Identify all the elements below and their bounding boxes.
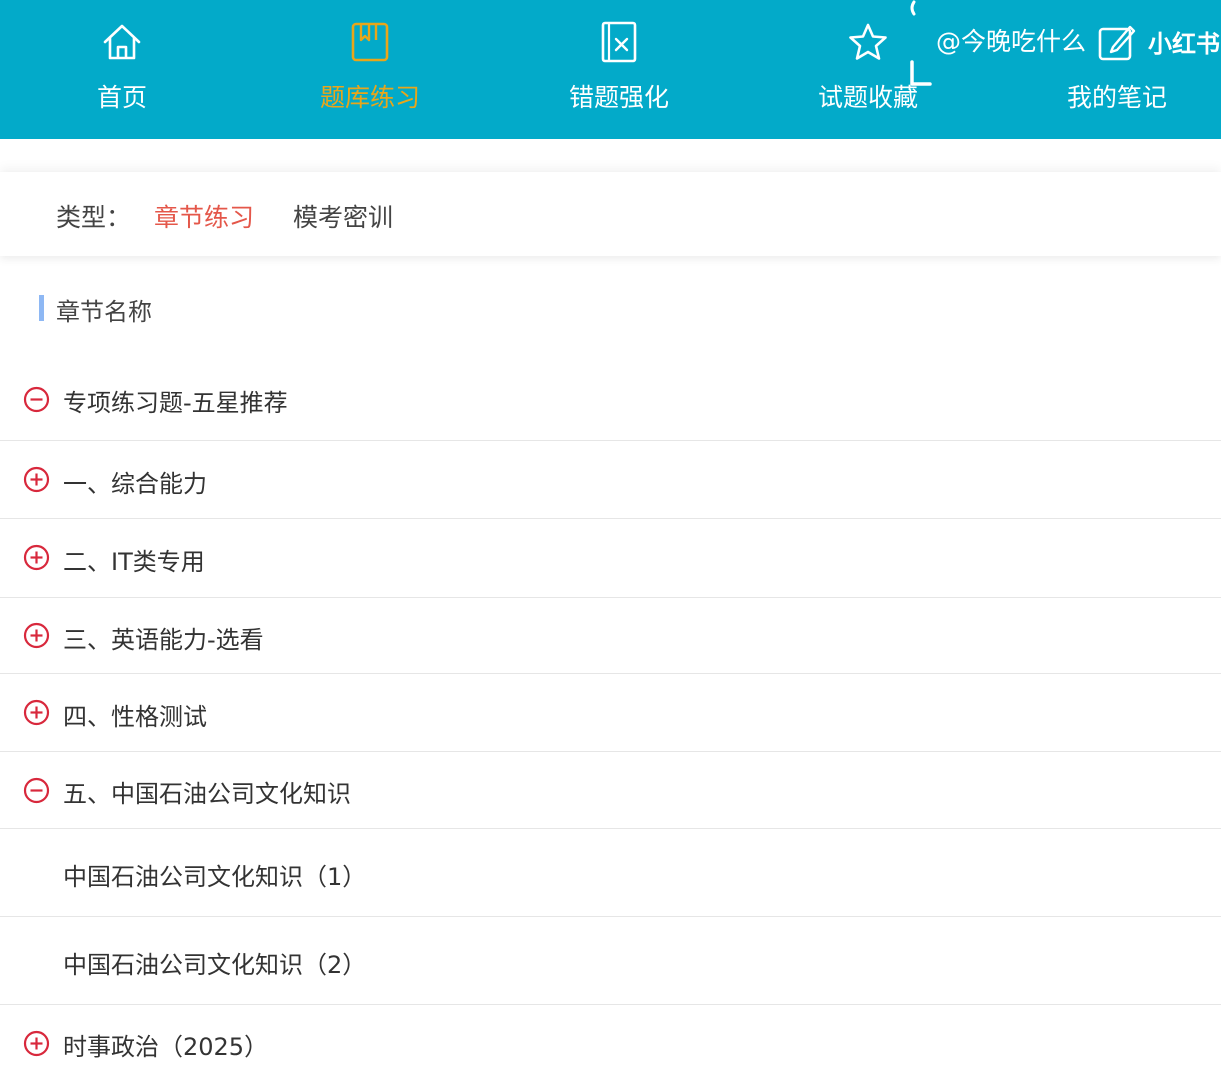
type-option-chapter-practice[interactable]: 章节练习 bbox=[154, 198, 254, 234]
home-icon bbox=[103, 24, 141, 60]
chapter-label: 时事政治（2025） bbox=[63, 1033, 269, 1061]
chapter-row[interactable]: 五、中国石油公司文化知识 bbox=[0, 752, 1221, 829]
chapter-label: 四、性格测试 bbox=[63, 703, 207, 731]
nav-label-favorites: 试题收藏 bbox=[817, 83, 918, 112]
nav-label-notes: 我的笔记 bbox=[1066, 83, 1167, 112]
chapter-label: 专项练习题-五星推荐 bbox=[63, 389, 288, 417]
nav-item-wrong-questions[interactable]: 错题强化 bbox=[497, 0, 741, 139]
type-filter-label: 类型： bbox=[56, 203, 132, 232]
nav-item-notes[interactable]: 我的笔记 bbox=[995, 0, 1221, 139]
nav-label-home: 首页 bbox=[96, 83, 147, 112]
watermark-brand: 小红书 bbox=[1148, 30, 1220, 58]
chapter-row[interactable]: 专项练习题-五星推荐 bbox=[0, 360, 1221, 441]
wrong-doc-icon bbox=[601, 21, 637, 63]
note-icon bbox=[1098, 25, 1136, 61]
subchapter-row[interactable]: 中国石油公司文化知识（2） bbox=[0, 917, 1221, 1005]
subchapter-row[interactable]: 中国石油公司文化知识（1） bbox=[0, 829, 1221, 917]
subchapter-label: 中国石油公司文化知识（1） bbox=[63, 863, 367, 891]
chapter-label: 一、综合能力 bbox=[63, 470, 207, 498]
watermark-bracket-icon bbox=[910, 0, 932, 86]
expand-plus-icon bbox=[23, 466, 50, 493]
expand-plus-icon bbox=[23, 544, 50, 571]
subchapter-label: 中国石油公司文化知识（2） bbox=[63, 951, 367, 979]
nav-item-question-bank[interactable]: 题库练习 bbox=[248, 0, 492, 139]
chapter-row[interactable]: 二、IT类专用 bbox=[0, 519, 1221, 598]
collapse-minus-icon bbox=[23, 386, 50, 413]
chapter-label: 二、IT类专用 bbox=[63, 548, 205, 576]
expand-plus-icon bbox=[23, 622, 50, 649]
chapter-row[interactable]: 时事政治（2025） bbox=[0, 1005, 1221, 1080]
nav-item-favorites[interactable]: 试题收藏 bbox=[746, 0, 990, 139]
chapter-label: 五、中国石油公司文化知识 bbox=[63, 780, 351, 808]
chapter-row[interactable]: 一、综合能力 bbox=[0, 441, 1221, 519]
watermark-handle: @今晚吃什么 bbox=[936, 27, 1087, 56]
chapter-row[interactable]: 三、英语能力-选看 bbox=[0, 598, 1221, 674]
star-icon bbox=[849, 23, 887, 60]
type-option-mock-exam[interactable]: 模考密训 bbox=[293, 198, 393, 234]
nav-label-wrong-questions: 错题强化 bbox=[568, 83, 669, 112]
section-title: 章节名称 bbox=[56, 298, 152, 326]
nav-item-home[interactable]: 首页 bbox=[0, 0, 244, 139]
chapter-row[interactable]: 四、性格测试 bbox=[0, 674, 1221, 752]
collapse-minus-icon bbox=[23, 777, 50, 804]
book-icon bbox=[351, 22, 389, 62]
top-navigation-bar: 首页 题库练习 错题强化 试题收藏 我的笔记 @今晚吃什么 小红书 bbox=[0, 0, 1221, 139]
nav-label-question-bank: 题库练习 bbox=[319, 83, 420, 112]
expand-plus-icon bbox=[23, 1030, 50, 1057]
section-title-accent-bar bbox=[39, 295, 44, 321]
expand-plus-icon bbox=[23, 699, 50, 726]
chapter-label: 三、英语能力-选看 bbox=[63, 626, 264, 654]
